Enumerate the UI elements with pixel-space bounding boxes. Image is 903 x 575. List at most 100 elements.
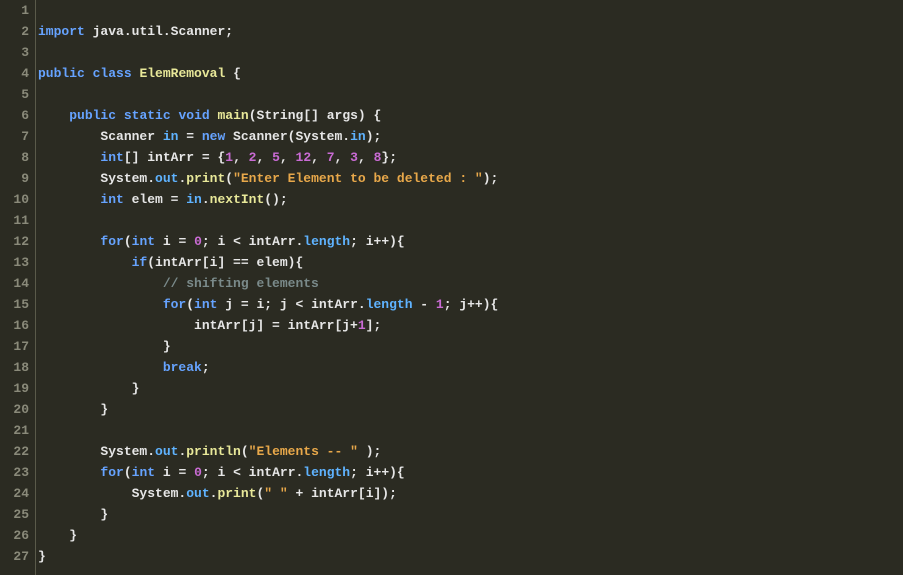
- token-punct: ();: [264, 192, 287, 207]
- code-line[interactable]: }: [38, 504, 903, 525]
- token-punct: util: [132, 24, 163, 39]
- line-number: 10: [0, 189, 35, 210]
- code-line[interactable]: }: [38, 546, 903, 567]
- code-line[interactable]: System.out.print(" " + intArr[i]);: [38, 483, 903, 504]
- code-line[interactable]: public static void main(String[] args) {: [38, 105, 903, 126]
- token-punct: System.: [38, 486, 186, 501]
- token-id-in: in: [350, 129, 366, 144]
- token-id-in: length: [303, 465, 350, 480]
- code-line[interactable]: }: [38, 336, 903, 357]
- token-punct: ;: [225, 24, 233, 39]
- code-line[interactable]: }: [38, 399, 903, 420]
- token-punct: .: [124, 24, 132, 39]
- token-punct: i =: [155, 465, 194, 480]
- token-punct: ; i++){: [350, 234, 405, 249]
- code-line[interactable]: }: [38, 378, 903, 399]
- line-number: 16: [0, 315, 35, 336]
- token-kw: int: [132, 234, 155, 249]
- token-punct: j = i; j < intArr.: [217, 297, 365, 312]
- token-num: 0: [194, 234, 202, 249]
- token-punct: [38, 276, 163, 291]
- line-number: 2: [0, 21, 35, 42]
- token-punct: java: [85, 24, 124, 39]
- token-punct: System.: [38, 171, 155, 186]
- code-line[interactable]: break;: [38, 357, 903, 378]
- line-number: 26: [0, 525, 35, 546]
- token-punct: }: [38, 528, 77, 543]
- code-line[interactable]: import java.util.Scanner;: [38, 21, 903, 42]
- token-punct: intArr[j] = intArr[j+: [38, 318, 358, 333]
- token-num: 3: [350, 150, 358, 165]
- token-id-in: length: [366, 297, 413, 312]
- token-punct: System.: [38, 444, 155, 459]
- token-punct: (String[] args) {: [249, 108, 382, 123]
- token-id-in: in: [186, 192, 202, 207]
- code-line[interactable]: if(intArr[i] == elem){: [38, 252, 903, 273]
- token-kw: int: [100, 192, 123, 207]
- token-punct: (: [186, 297, 194, 312]
- token-punct: ; i++){: [350, 465, 405, 480]
- code-line[interactable]: System.out.print("Enter Element to be de…: [38, 168, 903, 189]
- code-line[interactable]: [38, 84, 903, 105]
- line-number: 13: [0, 252, 35, 273]
- code-line[interactable]: for(int j = i; j < intArr.length - 1; j+…: [38, 294, 903, 315]
- token-num: 0: [194, 465, 202, 480]
- token-num: 7: [327, 150, 335, 165]
- token-kw-ctrl: for: [100, 465, 123, 480]
- token-punct: [38, 192, 100, 207]
- line-number: 4: [0, 63, 35, 84]
- token-kw-ctrl: for: [163, 297, 186, 312]
- line-number: 27: [0, 546, 35, 567]
- token-kw: int: [132, 465, 155, 480]
- token-kw: int: [100, 150, 123, 165]
- code-line[interactable]: [38, 0, 903, 21]
- token-str: "Enter Element to be deleted : ": [233, 171, 483, 186]
- token-punct: (: [241, 444, 249, 459]
- token-punct: (: [225, 171, 233, 186]
- token-punct: ,: [311, 150, 327, 165]
- token-str: "Elements -- ": [249, 444, 358, 459]
- code-line[interactable]: [38, 42, 903, 63]
- token-punct: (: [124, 465, 132, 480]
- line-number: 15: [0, 294, 35, 315]
- code-area[interactable]: import java.util.Scanner; public class E…: [36, 0, 903, 575]
- line-number: 6: [0, 105, 35, 126]
- code-line[interactable]: int[] intArr = {1, 2, 5, 12, 7, 3, 8};: [38, 147, 903, 168]
- code-line[interactable]: intArr[j] = intArr[j+1];: [38, 315, 903, 336]
- line-number: 9: [0, 168, 35, 189]
- token-punct: Scanner: [38, 129, 163, 144]
- token-punct: {: [225, 66, 241, 81]
- token-punct: [38, 360, 163, 375]
- token-punct: );: [366, 129, 382, 144]
- token-num: 1: [358, 318, 366, 333]
- token-punct: }: [38, 402, 108, 417]
- line-number: 14: [0, 273, 35, 294]
- token-id-in: in: [163, 129, 179, 144]
- code-line[interactable]: for(int i = 0; i < intArr.length; i++){: [38, 231, 903, 252]
- token-kw: public: [69, 108, 116, 123]
- code-line[interactable]: }: [38, 525, 903, 546]
- token-num: 12: [296, 150, 312, 165]
- token-id-in: out: [186, 486, 209, 501]
- code-line[interactable]: Scanner in = new Scanner(System.in);: [38, 126, 903, 147]
- code-line[interactable]: for(int i = 0; i < intArr.length; i++){: [38, 462, 903, 483]
- line-number-gutter: 1234567891011121314151617181920212223242…: [0, 0, 36, 575]
- code-line[interactable]: System.out.println("Elements -- " );: [38, 441, 903, 462]
- code-line[interactable]: // shifting elements: [38, 273, 903, 294]
- code-line[interactable]: int elem = in.nextInt();: [38, 189, 903, 210]
- token-id-in: out: [155, 171, 178, 186]
- token-punct: i =: [155, 234, 194, 249]
- token-kw: int: [194, 297, 217, 312]
- token-punct: elem =: [124, 192, 186, 207]
- token-punct: .: [202, 192, 210, 207]
- token-num: 5: [272, 150, 280, 165]
- token-str: " ": [264, 486, 287, 501]
- code-line[interactable]: public class ElemRemoval {: [38, 63, 903, 84]
- token-cmt: // shifting elements: [163, 276, 319, 291]
- code-line[interactable]: [38, 210, 903, 231]
- token-punct: ; i < intArr.: [202, 465, 303, 480]
- code-line[interactable]: [38, 420, 903, 441]
- token-num: 1: [225, 150, 233, 165]
- token-punct: ,: [335, 150, 351, 165]
- line-number: 25: [0, 504, 35, 525]
